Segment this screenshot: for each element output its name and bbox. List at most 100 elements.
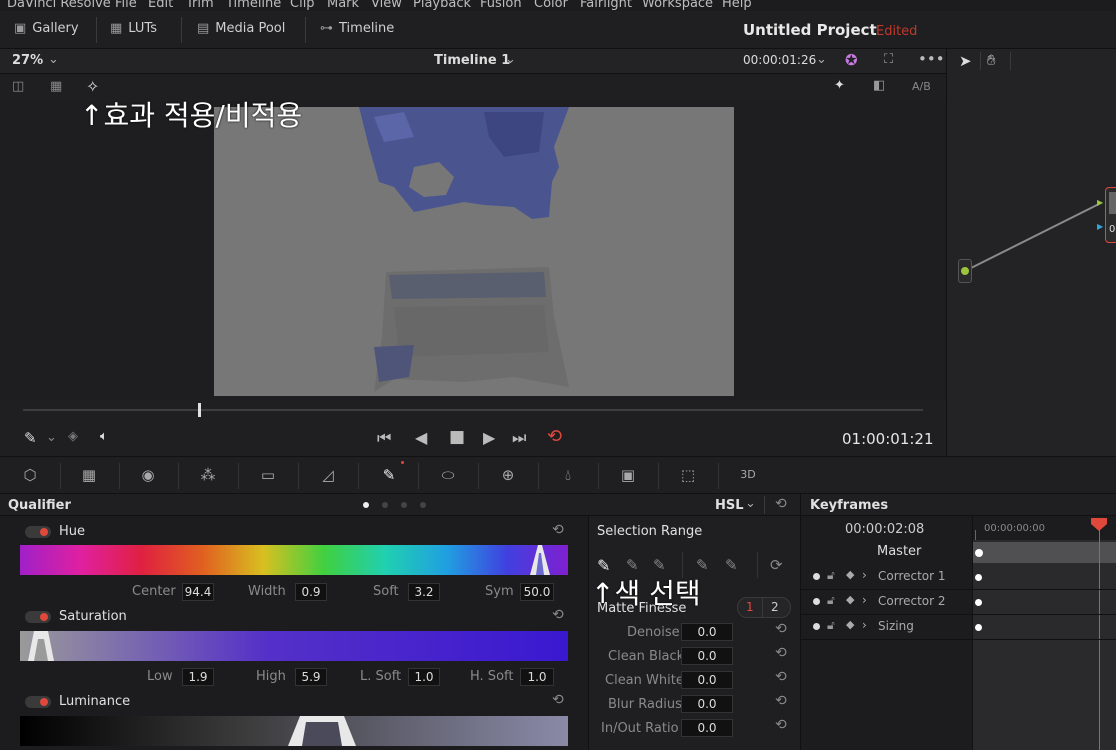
clean-black-reset-icon[interactable]: ⟲ (775, 645, 787, 661)
tracker-icon[interactable]: ⊕ (498, 465, 518, 485)
saturation-toggle[interactable] (25, 611, 51, 623)
hand-icon[interactable]: ✋︎ (987, 51, 996, 69)
blur-icon[interactable]: 💧︎ (558, 465, 578, 485)
hue-range-handle[interactable] (525, 545, 555, 575)
luminance-toggle[interactable] (25, 696, 51, 708)
saturation-range-handle[interactable] (24, 631, 58, 661)
hue-center-field[interactable]: 94.4 (182, 583, 214, 601)
volume-icon[interactable]: 🔈︎ (100, 429, 108, 444)
luminance-range-handle[interactable] (286, 716, 360, 746)
track-keyframe[interactable] (975, 574, 982, 581)
menu-mark[interactable]: Mark (327, 0, 359, 11)
color-match-icon[interactable]: ▦ (79, 465, 99, 485)
hue-toggle[interactable] (25, 526, 51, 538)
keyframe-diamond-icon[interactable]: ◆ (846, 618, 854, 631)
hue-soft-field[interactable]: 3.2 (408, 583, 440, 601)
reset-icon[interactable]: ⟲ (775, 496, 787, 512)
expand-chevron-icon[interactable]: › (862, 568, 867, 582)
stop-icon[interactable]: ■ (449, 427, 465, 447)
fullscreen-icon[interactable]: ⛶ (884, 52, 893, 67)
luminance-range-bar[interactable] (20, 716, 568, 746)
key-icon[interactable]: ▣ (618, 465, 638, 485)
qualifier-mode-select[interactable]: HSL (715, 498, 744, 513)
pointer-icon[interactable]: ➤ (959, 52, 972, 70)
clean-white-field[interactable]: 0.0 (681, 671, 733, 689)
menu-fairlight[interactable]: Fairlight (580, 0, 632, 11)
saturation-lsoft-field[interactable]: 1.0 (408, 668, 440, 686)
invert-icon[interactable]: ⟳ (770, 556, 783, 574)
go-to-end-icon[interactable]: ⏭︎ (512, 428, 526, 448)
menu-trim[interactable]: Trim (186, 0, 214, 11)
timeline-name-select[interactable]: Timeline 1 (434, 53, 510, 68)
lock-icon[interactable]: 🔓︎ (827, 568, 835, 583)
more-options-icon[interactable]: ••• (918, 50, 945, 68)
enable-dot-icon[interactable] (813, 598, 820, 605)
ab-compare-toggle[interactable]: A/B (912, 80, 931, 93)
clean-white-reset-icon[interactable]: ⟲ (775, 669, 787, 685)
page-dot[interactable] (401, 502, 407, 508)
chevron-down-icon[interactable]: ⌄ (48, 52, 59, 67)
motion-effects-icon[interactable]: ▭ (258, 465, 278, 485)
lock-icon[interactable]: 🔓︎ (827, 618, 835, 633)
denoise-field[interactable]: 0.0 (681, 623, 733, 641)
chevron-down-icon[interactable]: ⌄ (46, 430, 57, 445)
menu-view[interactable]: View (371, 0, 402, 11)
sparkle-icon[interactable]: ✦ (834, 78, 845, 93)
menu-timeline[interactable]: Timeline (226, 0, 281, 11)
luminance-reset-icon[interactable]: ⟲ (552, 692, 564, 708)
expand-chevron-icon[interactable]: › (862, 618, 867, 632)
track-keyframe[interactable] (975, 624, 982, 631)
enable-dot-icon[interactable] (813, 623, 820, 630)
media-pool-button[interactable]: ▤ Media Pool (197, 21, 285, 36)
denoise-reset-icon[interactable]: ⟲ (775, 621, 787, 637)
play-reverse-icon[interactable]: ◀ (415, 428, 427, 447)
scrubber-track[interactable] (23, 409, 923, 411)
keyframe-diamond-icon[interactable]: ◆ (846, 593, 854, 606)
menu-workspace[interactable]: Workspace (642, 0, 713, 11)
track-keyframe[interactable] (975, 599, 982, 606)
hue-sym-field[interactable]: 50.0 (520, 583, 554, 601)
curves-icon[interactable]: ◿ (318, 465, 338, 485)
menu-fusion[interactable]: Fusion (480, 0, 522, 11)
in-out-ratio-reset-icon[interactable]: ⟲ (775, 717, 787, 733)
camera-raw-icon[interactable]: ⬡ (20, 465, 40, 485)
go-to-start-icon[interactable]: ⏮︎ (377, 428, 391, 448)
hue-width-field[interactable]: 0.9 (295, 583, 327, 601)
menu-playback[interactable]: Playback (413, 0, 471, 11)
sizing-icon[interactable]: ⬚ (678, 465, 698, 485)
color-wheel-icon[interactable]: ✪ (845, 51, 858, 69)
menu-help[interactable]: Help (722, 0, 752, 11)
loop-icon[interactable]: ⟲ (547, 426, 562, 447)
hue-reset-icon[interactable]: ⟲ (552, 522, 564, 538)
grid-view-icon[interactable]: ▦ (50, 79, 62, 94)
saturation-low-field[interactable]: 1.9 (182, 668, 214, 686)
clean-black-field[interactable]: 0.0 (681, 647, 733, 665)
hue-range-bar[interactable] (20, 545, 568, 575)
menu-clip[interactable]: Clip (290, 0, 315, 11)
corrector-node[interactable]: 0 (1105, 187, 1116, 243)
master-keyframe[interactable] (975, 549, 983, 557)
finesse-tab-2[interactable]: 2 (771, 600, 779, 614)
expand-chevron-icon[interactable]: › (862, 593, 867, 607)
finesse-tab-1[interactable]: 1 (746, 600, 754, 614)
eyedropper-icon[interactable]: ✎ (24, 429, 37, 447)
window-icon[interactable]: ⬭ (438, 465, 458, 485)
rgb-mixer-icon[interactable]: ⁂ (198, 465, 218, 485)
zoom-select[interactable]: 27% (12, 53, 43, 68)
menu-edit[interactable]: Edit (148, 0, 173, 11)
3d-icon[interactable]: 3D (738, 465, 758, 485)
play-icon[interactable]: ▶ (483, 428, 495, 447)
saturation-range-bar[interactable] (20, 631, 568, 661)
chevron-down-icon[interactable]: ⌄ (505, 52, 516, 67)
blur-radius-field[interactable]: 0.0 (681, 695, 733, 713)
feather-add-icon[interactable]: ✎ (725, 556, 738, 574)
menu-file[interactable]: File (115, 0, 137, 11)
page-dot-active[interactable] (363, 502, 369, 508)
layers-icon[interactable]: ◈ (68, 429, 78, 444)
matte-icon[interactable]: ◧ (873, 78, 885, 93)
blur-radius-reset-icon[interactable]: ⟲ (775, 693, 787, 709)
split-view-icon[interactable]: ◫ (12, 79, 24, 94)
page-dot[interactable] (420, 502, 426, 508)
saturation-hsoft-field[interactable]: 1.0 (520, 668, 554, 686)
in-out-ratio-field[interactable]: 0.0 (681, 719, 733, 737)
